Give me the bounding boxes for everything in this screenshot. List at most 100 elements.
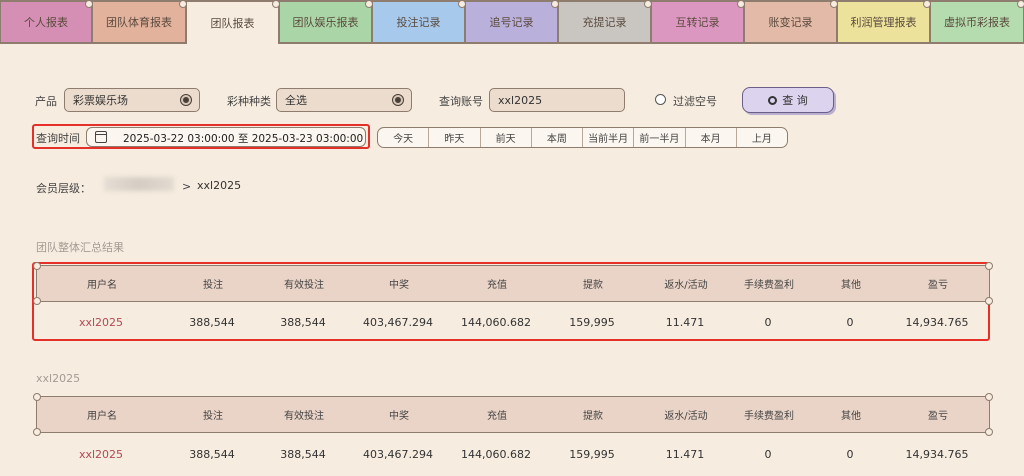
tab-label: 团队报表 <box>210 17 255 30</box>
breadcrumb-current-user[interactable]: xxl2025 <box>197 179 241 192</box>
cell-username[interactable]: xxl2025 <box>66 302 136 342</box>
cell-other: 0 <box>846 447 854 461</box>
quick-range-previous-half-month[interactable]: 前一半月 <box>633 128 684 147</box>
query-button-label: 查 询 <box>782 94 808 107</box>
column-header-bet: 投注 <box>203 280 223 291</box>
column-header-profit-loss: 盈亏 <box>928 411 948 422</box>
tab-chase-records[interactable]: 追号记录 <box>465 0 559 44</box>
cell-rebate: 11.471 <box>665 315 705 329</box>
cell-winnings: 403,467.294 <box>363 315 433 329</box>
column-header-bet: 投注 <box>203 411 223 422</box>
cell-username[interactable]: xxl2025 <box>66 434 136 474</box>
column-header-rebate: 返水/活动 <box>664 411 708 422</box>
cell-withdraw: 159,995 <box>569 315 615 329</box>
column-header-winnings: 中奖 <box>389 411 409 422</box>
product-label: 产品 <box>35 95 57 108</box>
breadcrumb-separator: > <box>182 180 192 193</box>
column-header-winnings: 中奖 <box>389 280 409 291</box>
select-indicator-icon <box>181 95 191 105</box>
filter-empty-radio[interactable] <box>655 94 666 105</box>
quick-range-group: 今天 昨天 前天 本周 当前半月 前一半月 本月 上月 <box>377 127 788 148</box>
tab-profit-management-report[interactable]: 利润管理报表 <box>837 0 931 44</box>
cell-deposit: 144,060.682 <box>461 447 531 461</box>
tab-label: 账变记录 <box>768 16 813 29</box>
corner-ornament <box>985 393 993 401</box>
tab-transfer-records[interactable]: 互转记录 <box>651 0 745 44</box>
quick-range-this-week[interactable]: 本周 <box>530 128 582 147</box>
lottery-type-select[interactable]: 全选 <box>276 88 412 112</box>
quick-range-yesterday[interactable]: 昨天 <box>428 128 479 147</box>
tab-crypto-lottery-report[interactable]: 虚拟币彩报表 <box>930 0 1024 44</box>
column-header-deposit: 充值 <box>487 280 507 291</box>
report-tabs: 个人报表 团队体育报表 团队报表 团队娱乐报表 投注记录 追号记录 充提记录 互… <box>0 0 1024 44</box>
cell-winnings: 403,467.294 <box>363 447 433 461</box>
cell-withdraw: 159,995 <box>569 447 615 461</box>
detail-table-row: xxl2025 388,544 388,544 403,467.294 144,… <box>36 434 990 474</box>
cell-deposit: 144,060.682 <box>461 315 531 329</box>
column-header-profit-loss: 盈亏 <box>928 280 948 291</box>
tab-bet-records[interactable]: 投注记录 <box>372 0 466 44</box>
tab-account-change-records[interactable]: 账变记录 <box>744 0 838 44</box>
tab-label: 互转记录 <box>675 16 720 29</box>
column-header-username: 用户名 <box>87 411 117 422</box>
cell-fee-profit: 0 <box>764 447 772 461</box>
account-label: 查询账号 <box>439 95 483 108</box>
cell-valid-bet: 388,544 <box>280 447 326 461</box>
corner-ornament <box>33 262 41 270</box>
tab-label: 团队体育报表 <box>106 16 172 29</box>
lottery-type-label: 彩种种类 <box>227 95 271 108</box>
quick-range-today[interactable]: 今天 <box>378 128 428 147</box>
cell-bet: 388,544 <box>189 315 235 329</box>
detail-table-header: 用户名 投注 有效投注 中奖 充值 提款 返水/活动 手续费盈利 其他 盈亏 <box>33 393 993 436</box>
tab-label: 充提记录 <box>582 16 627 29</box>
tab-team-sports-report[interactable]: 团队体育报表 <box>92 0 187 44</box>
tab-personal-report[interactable]: 个人报表 <box>0 0 93 44</box>
column-header-username: 用户名 <box>87 280 117 291</box>
cell-rebate: 11.471 <box>665 447 705 461</box>
cell-profit-loss: 14,934.765 <box>905 447 969 461</box>
tab-team-report[interactable]: 团队报表 <box>186 0 280 44</box>
column-header-other: 其他 <box>841 280 861 291</box>
column-header-withdraw: 提款 <box>583 280 603 291</box>
time-range-value: 2025-03-22 03:00:00 至 2025-03-23 03:00:0… <box>123 133 364 145</box>
tab-deposit-withdraw-records[interactable]: 充提记录 <box>558 0 652 44</box>
member-level-label: 会员层级： <box>36 182 91 195</box>
column-header-valid-bet: 有效投注 <box>284 411 324 422</box>
column-header-valid-bet: 有效投注 <box>284 280 324 291</box>
quick-range-last-month[interactable]: 上月 <box>735 128 787 147</box>
summary-section-title: 团队整体汇总结果 <box>36 241 124 254</box>
tab-label: 团队娱乐报表 <box>292 16 359 29</box>
tab-corner-ornament <box>1017 0 1024 8</box>
summary-table-row: xxl2025 388,544 388,544 403,467.294 144,… <box>36 302 990 342</box>
time-range-input[interactable]: 2025-03-22 03:00:00 至 2025-03-23 03:00:0… <box>86 127 366 147</box>
cell-bet: 388,544 <box>189 447 235 461</box>
cell-other: 0 <box>846 315 854 329</box>
account-input[interactable]: xxl2025 <box>489 88 625 112</box>
cell-fee-profit: 0 <box>764 315 772 329</box>
column-header-withdraw: 提款 <box>583 411 603 422</box>
quick-range-this-month[interactable]: 本月 <box>684 128 736 147</box>
detail-section-title: xxl2025 <box>36 372 81 385</box>
tab-label: 利润管理报表 <box>850 16 917 29</box>
tab-team-entertainment-report[interactable]: 团队娱乐报表 <box>279 0 373 44</box>
cell-valid-bet: 388,544 <box>280 315 326 329</box>
calendar-icon <box>95 131 107 143</box>
lottery-type-select-value: 全选 <box>285 94 307 107</box>
summary-table-header: 用户名 投注 有效投注 中奖 充值 提款 返水/活动 手续费盈利 其他 盈亏 <box>33 262 993 305</box>
product-select-value: 彩票娱乐场 <box>73 94 128 107</box>
quick-range-day-before[interactable]: 前天 <box>479 128 531 147</box>
corner-ornament <box>985 262 993 270</box>
quick-range-current-half-month[interactable]: 当前半月 <box>582 128 633 147</box>
query-button[interactable]: 查 询 <box>742 87 834 113</box>
column-header-fee-profit: 手续费盈利 <box>744 280 794 291</box>
search-icon <box>768 95 778 105</box>
tab-label: 虚拟币彩报表 <box>944 16 1010 29</box>
product-select[interactable]: 彩票娱乐场 <box>64 88 200 112</box>
time-label: 查询时间 <box>36 132 80 145</box>
account-input-value: xxl2025 <box>498 93 543 107</box>
tab-label: 投注记录 <box>396 16 441 29</box>
corner-ornament <box>33 393 41 401</box>
tab-label: 个人报表 <box>24 16 68 29</box>
column-header-fee-profit: 手续费盈利 <box>744 411 794 422</box>
member-level-blurred <box>104 177 174 191</box>
